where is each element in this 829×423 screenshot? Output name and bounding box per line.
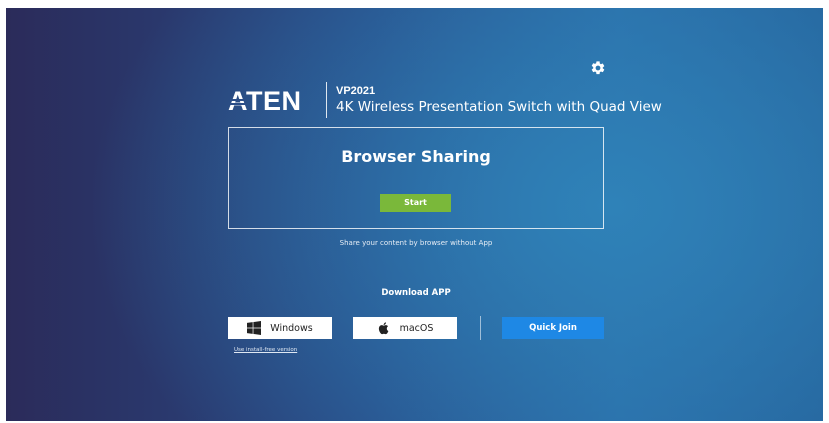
header: ATEN VP2021 4K Wireless Presentation Swi… — [228, 78, 662, 122]
browser-sharing-caption: Share your content by browser without Ap… — [339, 239, 493, 247]
windows-label: Windows — [270, 322, 313, 334]
app-background: ATEN VP2021 4K Wireless Presentation Swi… — [6, 8, 823, 421]
gear-icon[interactable] — [590, 60, 606, 76]
product-titles: VP2021 4K Wireless Presentation Switch w… — [336, 85, 662, 116]
browser-sharing-title: Browser Sharing — [341, 147, 491, 166]
model-number: VP2021 — [336, 84, 376, 97]
apple-icon — [378, 322, 388, 335]
download-app-label: Download APP — [381, 288, 451, 298]
macos-download-button[interactable]: macOS — [353, 317, 457, 339]
macos-label: macOS — [399, 322, 434, 334]
product-name: 4K Wireless Presentation Switch with Qua… — [336, 98, 662, 115]
button-separator — [480, 316, 481, 340]
install-free-link[interactable]: Use install-free version — [234, 347, 297, 353]
quick-join-button[interactable]: Quick Join — [502, 317, 604, 339]
start-button[interactable]: Start — [380, 194, 451, 212]
windows-download-button[interactable]: Windows — [228, 317, 332, 339]
browser-sharing-panel: Browser Sharing Start — [228, 127, 604, 229]
header-divider — [326, 82, 327, 118]
windows-icon — [247, 321, 262, 335]
aten-logo: ATEN — [228, 86, 301, 115]
